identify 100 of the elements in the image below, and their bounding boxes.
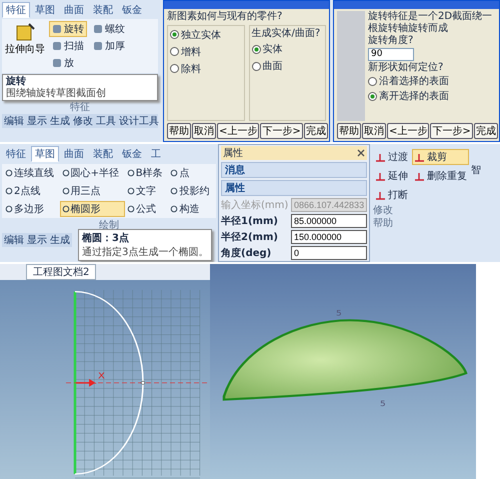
group-label: 特征 bbox=[70, 102, 90, 113]
ribbon-tab[interactable]: 装配 bbox=[89, 2, 117, 18]
ribbon-tool-button[interactable]: 2点线 bbox=[3, 183, 60, 199]
radio-option[interactable]: 除料 bbox=[170, 62, 242, 76]
ribbon-tab[interactable]: 显示 bbox=[27, 233, 47, 247]
ribbon-tool-button[interactable]: 椭圆形 bbox=[60, 201, 125, 217]
tooltip-title: 椭圆：3点 bbox=[82, 232, 130, 245]
group-label: 绘制 bbox=[99, 220, 119, 231]
section-header[interactable]: 属性 bbox=[221, 180, 367, 196]
ribbon-tool-button[interactable]: 投影约 bbox=[168, 183, 215, 199]
dialog-button[interactable]: 完成 bbox=[474, 123, 498, 139]
tool-icon bbox=[375, 170, 386, 182]
ribbon-tab[interactable]: 钣金 bbox=[118, 2, 146, 18]
radio-option[interactable]: 独立实体 bbox=[170, 28, 242, 42]
ribbon-tab[interactable]: 工具 bbox=[96, 114, 116, 128]
radio-option[interactable]: 离开选择的表面 bbox=[368, 89, 496, 103]
dimension-label: 5 bbox=[336, 308, 342, 318]
ribbon-tool-button[interactable]: 文字 bbox=[124, 183, 168, 199]
ribbon-tool-button[interactable]: 放 bbox=[49, 55, 87, 71]
dialog-question: 新图素如何与现有的零件? bbox=[167, 11, 284, 22]
document-tab[interactable]: 工程图文档2 bbox=[26, 264, 96, 280]
dialog-button[interactable]: <上一步 bbox=[387, 123, 430, 139]
ribbon-tab[interactable]: 曲面 bbox=[60, 2, 88, 18]
ribbon-tool-button[interactable]: 螺纹 bbox=[90, 21, 128, 37]
extrude-icon bbox=[14, 22, 36, 42]
dialog-button[interactable]: <上一步 bbox=[217, 123, 260, 139]
circle-icon bbox=[126, 169, 135, 177]
ribbon-tool-label[interactable]: 智 bbox=[471, 163, 481, 203]
ribbon-tool-button[interactable]: 过渡 bbox=[373, 149, 410, 165]
radio-option[interactable]: 曲面 bbox=[252, 59, 323, 73]
ribbon-tool-button[interactable]: 连续直线 bbox=[3, 165, 60, 181]
ribbon-tool-button[interactable]: B样条 bbox=[124, 165, 168, 181]
ribbon-tool-button[interactable]: 加厚 bbox=[90, 38, 128, 54]
dialog-question: 新形状如何定位? bbox=[368, 62, 444, 73]
circle-icon bbox=[5, 169, 13, 177]
ribbon-tool-button[interactable]: 打断 bbox=[373, 187, 410, 203]
ribbon-tab[interactable]: 草图 bbox=[31, 146, 59, 162]
panel-title: 属性 bbox=[223, 146, 243, 160]
field-label: 半径2(mm) bbox=[221, 230, 279, 244]
circle-icon bbox=[5, 205, 13, 213]
ribbon-tool-button[interactable]: 用三点 bbox=[60, 183, 125, 199]
field-label: 角度(deg) bbox=[221, 246, 272, 260]
ribbon-tool-button[interactable]: 构造 bbox=[168, 201, 215, 217]
radio-option[interactable]: 沿着选择的表面 bbox=[368, 74, 496, 88]
circle-icon bbox=[170, 187, 178, 195]
ribbon-tool-button[interactable]: 删除重复 bbox=[412, 168, 469, 184]
circle-icon bbox=[5, 187, 13, 195]
tooltip-title: 旋转 bbox=[6, 76, 27, 88]
tooltip-text: 通过指定3点生成一个椭圆。 bbox=[82, 246, 208, 259]
value-field[interactable]: 85.000000 bbox=[291, 214, 367, 228]
ribbon-tool-button[interactable]: 旋转 bbox=[49, 21, 87, 37]
field-label: 旋转角度? bbox=[368, 35, 414, 46]
tool-icon bbox=[414, 170, 425, 182]
field-label: 输入坐标(mm) bbox=[221, 198, 289, 212]
radio-option[interactable]: 实体 bbox=[252, 42, 323, 56]
ribbon-tab[interactable]: 草图 bbox=[31, 2, 59, 18]
dialog-question: 生成实体/曲面? bbox=[252, 28, 322, 39]
value-field[interactable]: 150.000000 bbox=[291, 230, 367, 244]
ribbon-tab[interactable]: 特征 bbox=[2, 146, 30, 162]
dialog-button[interactable]: 下一步> bbox=[260, 123, 303, 139]
ribbon-tool-button[interactable]: 裁剪 bbox=[412, 149, 469, 165]
ribbon-tool-button[interactable]: 圆心+半径 bbox=[60, 165, 125, 181]
ribbon-tab[interactable]: 生成 bbox=[50, 114, 70, 128]
dialog-button[interactable]: 取消 bbox=[192, 123, 216, 139]
ribbon-tab[interactable]: 显示 bbox=[27, 114, 47, 128]
circle-icon bbox=[170, 169, 178, 177]
group-label: 帮助 bbox=[373, 218, 393, 229]
ribbon-tool-button[interactable]: 延伸 bbox=[373, 168, 410, 184]
circle-icon bbox=[126, 205, 135, 213]
tool-icon bbox=[414, 152, 425, 162]
ribbon-tab[interactable]: 生成 bbox=[50, 233, 70, 247]
ribbon-tab[interactable]: 特征 bbox=[2, 2, 30, 18]
ribbon-tab[interactable]: 钣金 bbox=[118, 146, 146, 162]
ribbon-tab[interactable]: 装配 bbox=[89, 146, 117, 162]
ribbon-tool-button[interactable]: 扫描 bbox=[49, 38, 87, 54]
ribbon-tool-button[interactable]: 多边形 bbox=[3, 201, 60, 217]
ribbon-tab[interactable]: 设计工具 bbox=[119, 114, 159, 128]
ribbon-tool-button[interactable]: 点 bbox=[168, 165, 215, 181]
tool-icon bbox=[375, 152, 386, 162]
dialog-button[interactable]: 完成 bbox=[304, 123, 328, 139]
ribbon-tab[interactable]: 曲面 bbox=[60, 146, 88, 162]
ribbon-tab[interactable]: 工 bbox=[147, 146, 165, 162]
radio-option[interactable]: 增料 bbox=[170, 44, 242, 58]
circle-icon bbox=[62, 169, 70, 177]
dialog-button[interactable]: 取消 bbox=[362, 123, 386, 139]
ribbon-tab[interactable]: 修改 bbox=[73, 114, 93, 128]
ribbon-tab[interactable]: 编辑 bbox=[4, 114, 24, 128]
ribbon-tab[interactable]: 编辑 bbox=[4, 233, 24, 247]
dialog-button[interactable]: 下一步> bbox=[430, 123, 473, 139]
point-marker bbox=[140, 381, 146, 385]
section-header[interactable]: 消息 bbox=[221, 162, 367, 178]
dimension-label: 5 bbox=[380, 399, 386, 408]
angle-input[interactable]: 90 bbox=[368, 48, 414, 60]
value-field[interactable]: 0 bbox=[291, 246, 367, 260]
circle-icon bbox=[126, 187, 135, 195]
dialog-button[interactable]: 帮助 bbox=[167, 123, 191, 139]
extrude-wizard-button[interactable]: 拉伸向导 bbox=[4, 21, 46, 71]
dialog-description: 旋转特征是一个2D截面绕一根旋转轴旋转而成 bbox=[368, 11, 494, 34]
ribbon-tool-button[interactable]: 公式 bbox=[124, 201, 168, 217]
dialog-button[interactable]: 帮助 bbox=[337, 123, 361, 139]
